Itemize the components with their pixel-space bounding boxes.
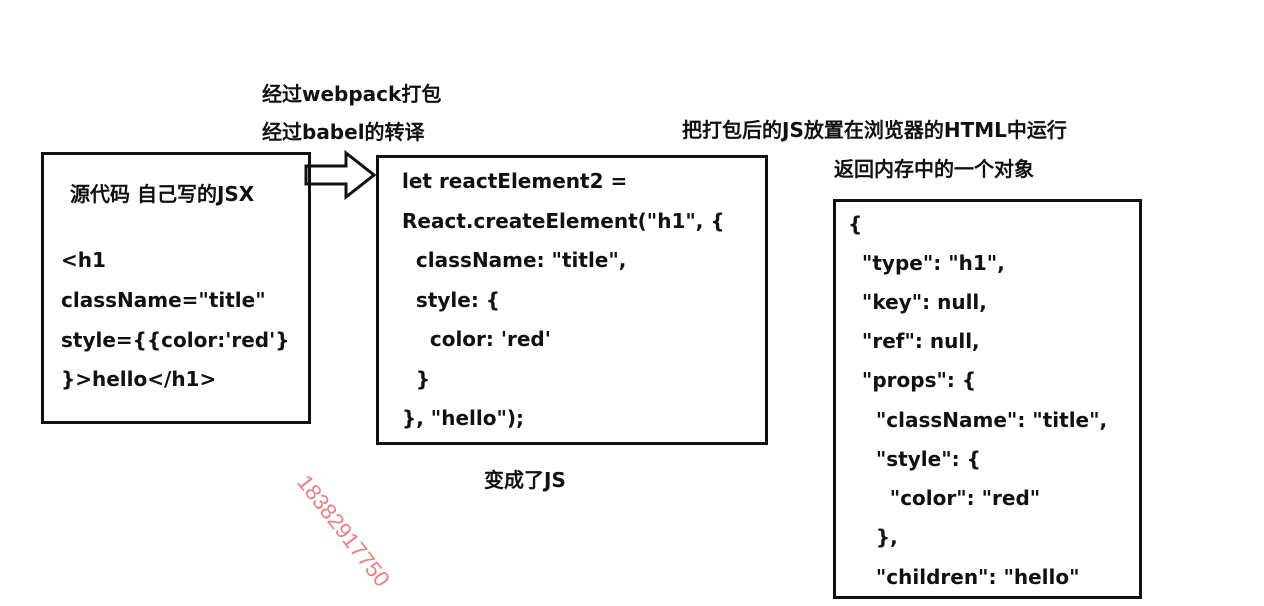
webpack-annotation: 经过webpack打包 <box>262 82 442 106</box>
object-line: { <box>848 212 863 236</box>
object-line: }, <box>848 525 898 549</box>
source-line: }>hello</h1> <box>61 367 217 391</box>
source-line: <h1 <box>61 248 106 272</box>
compiled-line: } <box>402 367 431 391</box>
source-line: style={{color:'red'} <box>61 328 290 352</box>
compiled-line: let reactElement2 = <box>402 169 628 193</box>
object-line: "props": { <box>848 368 977 392</box>
object-line: "color": "red" <box>848 486 1041 510</box>
compiled-line: color: 'red' <box>402 327 551 351</box>
object-line: "key": null, <box>848 290 987 314</box>
source-line: className="title" <box>61 288 266 312</box>
object-line: "className": "title", <box>848 408 1108 432</box>
return-object-annotation: 返回内存中的一个对象 <box>834 157 1034 181</box>
source-box-title: 源代码 自己写的JSX <box>70 182 255 206</box>
source-code-box: 源代码 自己写的JSX <h1 className="title" style=… <box>41 152 311 424</box>
compiled-line: }, "hello"); <box>402 406 525 430</box>
watermark: 18382917750 <box>292 470 395 592</box>
compiled-js-box: let reactElement2 = React.createElement(… <box>376 155 768 445</box>
compiled-line: style: { <box>402 288 501 312</box>
object-line: "type": "h1", <box>848 251 1005 275</box>
babel-annotation: 经过babel的转译 <box>262 120 425 144</box>
object-line: "style": { <box>848 447 981 471</box>
right-arrow-icon <box>304 150 376 200</box>
react-element-object-box: { "type": "h1", "key": null, "ref": null… <box>833 199 1142 599</box>
object-line: "ref": null, <box>848 329 980 353</box>
object-line: "children": "hello" <box>848 565 1080 589</box>
compiled-line: React.createElement("h1", { <box>402 209 725 233</box>
compiled-line: className: "title", <box>402 248 627 272</box>
run-in-browser-annotation: 把打包后的JS放置在浏览器的HTML中运行 <box>682 118 1067 142</box>
became-js-annotation: 变成了JS <box>484 468 566 492</box>
